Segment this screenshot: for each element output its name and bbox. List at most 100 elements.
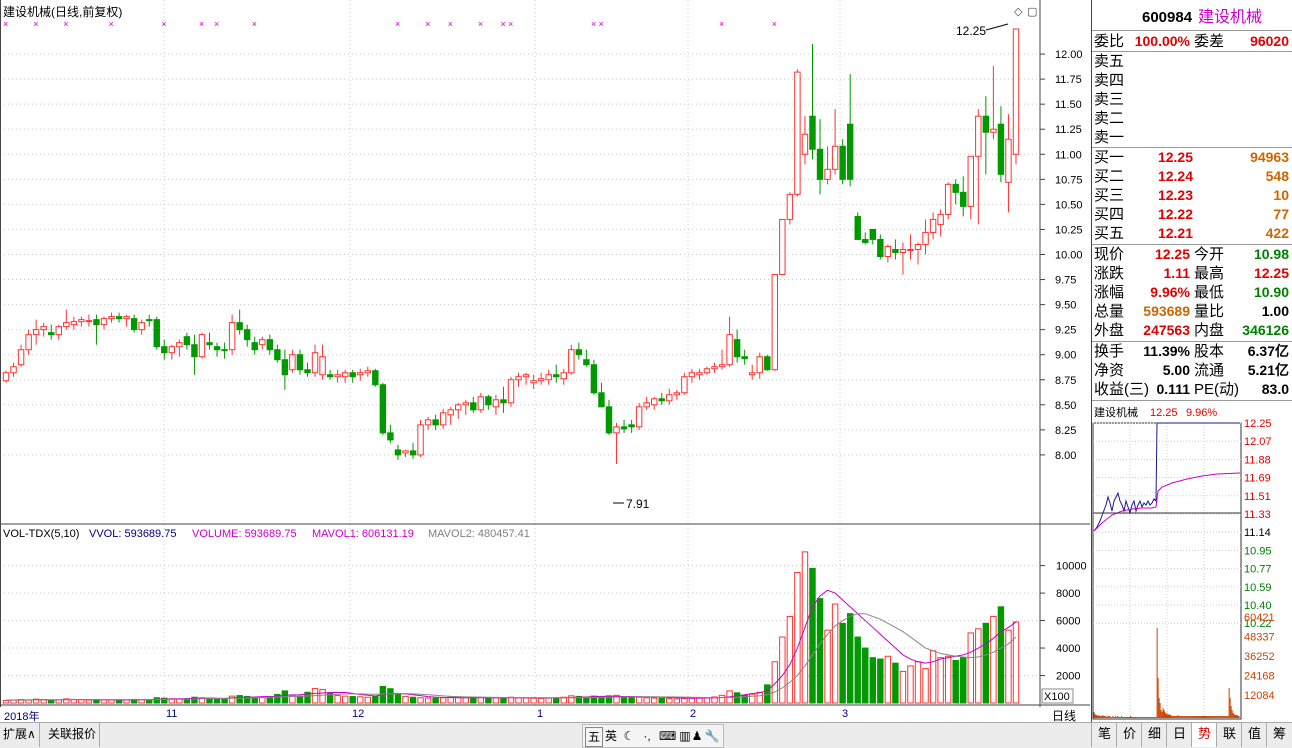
volume-bar[interactable] [658,697,665,704]
candle[interactable] [771,274,779,371]
volume-bar[interactable] [643,697,650,704]
candle[interactable] [854,212,861,240]
volume-bar[interactable] [2,700,10,704]
volume-bar[interactable] [666,698,673,704]
volume-bar[interactable] [779,636,786,704]
volume-bar[interactable] [975,628,982,704]
sell-row[interactable]: 卖三 [1092,90,1292,109]
candle[interactable] [786,192,794,225]
volume-bar[interactable] [620,696,628,704]
volume-bar[interactable] [78,699,85,704]
event-marker[interactable]: × [199,19,204,29]
right-tab[interactable]: 笔 [1091,723,1117,747]
right-tab[interactable]: 价 [1116,723,1142,747]
volume-bar[interactable] [349,696,356,704]
volume-bar[interactable] [862,647,869,704]
volume-bar[interactable] [733,692,741,704]
window-toggle-icon[interactable]: ▢ [1027,6,1037,18]
volume-bar[interactable] [259,697,266,704]
candle[interactable] [839,139,846,185]
candle[interactable] [635,402,643,430]
volume-bar[interactable] [500,697,507,704]
related-quote-tab[interactable]: 关联报价 [45,723,101,747]
volume-bar[interactable] [809,567,816,704]
candle[interactable] [153,316,160,350]
user-icon[interactable]: ♟ [689,727,705,745]
moon-icon[interactable]: ☾ [621,727,637,745]
buy-row[interactable]: 买五 12.21 422 [1092,224,1292,243]
event-marker[interactable]: × [500,19,505,29]
sell-row[interactable]: 卖四 [1092,71,1292,90]
volume-bar[interactable] [515,697,522,704]
volume-bar[interactable] [899,670,907,704]
right-tab[interactable]: 联 [1216,723,1242,747]
right-tab[interactable]: 日 [1166,723,1192,747]
volume-bar[interactable] [748,693,756,704]
event-marker[interactable]: × [63,19,68,29]
candle[interactable] [372,368,379,387]
right-tab[interactable]: 筹 [1266,723,1292,747]
volume-bar[interactable] [952,659,959,704]
candle[interactable] [198,332,206,359]
sell-row[interactable]: 卖一 [1092,128,1292,147]
volume-bar[interactable] [673,698,681,704]
buy-row[interactable]: 买四 12.22 77 [1092,205,1292,224]
volume-bar[interactable] [914,661,922,704]
right-tab[interactable]: 势 [1191,723,1217,747]
volume-bar[interactable] [115,699,123,704]
diamond-icon[interactable]: ◇ [1014,6,1023,18]
volume-bar[interactable] [1012,621,1020,704]
event-marker[interactable]: × [395,19,400,29]
stock-name[interactable]: 建设机械 [1198,8,1262,27]
volume-bar[interactable] [681,697,688,704]
volume-bar[interactable] [394,693,402,704]
volume-bar[interactable] [982,622,990,704]
volume-bar[interactable] [688,697,696,704]
volume-bar[interactable] [236,695,243,704]
volume-bar[interactable] [402,695,409,704]
right-tab[interactable]: 值 [1241,723,1267,747]
volume-bar[interactable] [364,696,372,704]
event-marker[interactable]: × [214,19,219,29]
volume-bar[interactable] [25,699,32,704]
volume-bar[interactable] [341,695,349,704]
volume-bar[interactable] [824,629,831,704]
right-tab[interactable]: 细 [1141,723,1167,747]
volume-bar[interactable] [635,696,643,704]
event-marker[interactable]: × [598,19,603,29]
candle[interactable] [794,69,801,197]
event-marker[interactable]: × [508,19,513,29]
volume-bar[interactable] [145,699,153,704]
punctuation-icon[interactable]: ·, [639,727,655,745]
volume-bar[interactable] [997,606,1005,704]
volume-bar[interactable] [960,657,967,704]
volume-bar[interactable] [922,668,929,704]
volume-bar[interactable] [153,697,160,704]
event-marker[interactable]: × [109,19,114,29]
candle[interactable] [379,382,387,435]
volume-bar[interactable] [756,691,763,704]
volume-bar[interactable] [485,697,492,704]
volume-bar[interactable] [884,655,892,704]
candle[interactable] [764,354,771,371]
volume-bar[interactable] [1005,629,1012,704]
volume-bar[interactable] [990,615,997,704]
volume-bar[interactable] [221,698,228,704]
volume-bar[interactable] [470,697,477,704]
buy-row[interactable]: 买二 12.24 548 [1092,167,1292,186]
volume-bar[interactable] [228,695,236,704]
volume-bar[interactable] [387,688,394,704]
volume-bar[interactable] [892,662,899,704]
kline-chart[interactable]: × × × × × × × × × × × × × × × × × × 12.0011.7511.5011.251… [0,0,1090,707]
wrench-icon[interactable]: 🔧 [704,727,720,745]
candle[interactable] [779,218,786,276]
volume-bar[interactable] [650,697,658,704]
volume-bar[interactable] [553,697,560,704]
volume-bar[interactable] [816,598,824,704]
volume-bar[interactable] [55,699,62,704]
volume-bar[interactable] [492,697,500,704]
volume-bar[interactable] [929,650,937,704]
volume-bar[interactable] [568,695,575,704]
candle[interactable] [2,370,10,383]
volume-bar[interactable] [794,571,801,704]
